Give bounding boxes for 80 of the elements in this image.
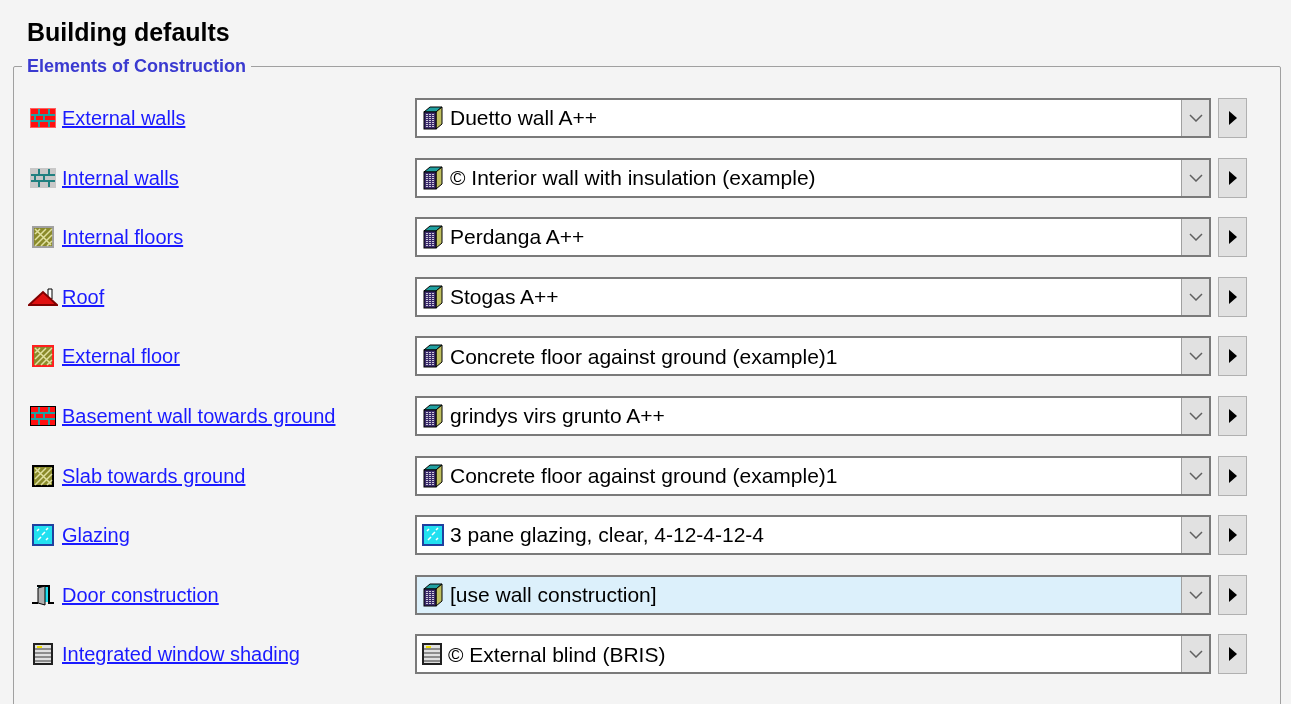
chevron-down-icon[interactable] <box>1181 457 1209 494</box>
element-link[interactable]: Basement wall towards ground <box>62 400 336 431</box>
dropdown-value: © Interior wall with insulation (example) <box>450 164 817 191</box>
play-icon <box>1228 647 1237 662</box>
construction-dropdown[interactable]: Duetto wall A++ <box>415 98 1211 138</box>
dropdown-value: Perdanga A++ <box>450 224 586 251</box>
dropdown-value: grindys virs grunto A++ <box>450 403 666 430</box>
dropdown-value: Concrete floor against ground (example)1 <box>450 343 839 370</box>
brick-wall-icon <box>30 167 56 188</box>
expand-button[interactable] <box>1218 217 1247 258</box>
wall-layers-icon <box>422 344 444 369</box>
floor-tile-icon <box>32 345 54 368</box>
expand-button[interactable] <box>1218 455 1247 496</box>
element-link[interactable]: Internal walls <box>62 162 179 193</box>
construction-dropdown[interactable]: Concrete floor against ground (example)1 <box>415 336 1211 377</box>
play-icon <box>1228 170 1237 185</box>
play-icon <box>1228 587 1237 602</box>
chevron-down-icon[interactable] <box>1181 338 1209 375</box>
play-icon <box>1228 289 1237 304</box>
glass-pane-icon <box>32 524 54 547</box>
play-icon <box>1228 349 1237 364</box>
wall-layers-icon <box>422 463 444 488</box>
dropdown-value: Concrete floor against ground (example)1 <box>450 462 839 489</box>
chevron-down-icon[interactable] <box>1181 219 1209 256</box>
door-icon <box>31 582 55 607</box>
construction-dropdown[interactable]: Concrete floor against ground (example)1 <box>415 455 1211 496</box>
dropdown-value: Duetto wall A++ <box>450 105 599 132</box>
element-link[interactable]: Glazing <box>62 520 130 551</box>
element-link[interactable]: External floor <box>62 341 180 372</box>
dropdown-value: 3 pane glazing, clear, 4-12-4-12-4 <box>450 522 766 549</box>
expand-button[interactable] <box>1218 634 1247 675</box>
page-title: Building defaults <box>27 17 230 48</box>
expand-button[interactable] <box>1218 98 1247 138</box>
expand-button[interactable] <box>1218 336 1247 377</box>
construction-dropdown[interactable]: 3 pane glazing, clear, 4-12-4-12-4 <box>415 515 1211 556</box>
play-icon <box>1228 230 1237 245</box>
construction-dropdown[interactable]: Perdanga A++ <box>415 217 1211 258</box>
expand-button[interactable] <box>1218 515 1247 556</box>
chevron-down-icon[interactable] <box>1181 159 1209 196</box>
wall-layers-icon <box>422 106 444 130</box>
wall-layers-icon <box>422 284 444 309</box>
dropdown-value: [use wall construction] <box>450 582 658 608</box>
play-icon <box>1228 111 1237 125</box>
element-link[interactable]: Internal floors <box>62 222 184 253</box>
construction-dropdown[interactable]: grindys virs grunto A++ <box>415 395 1211 436</box>
wall-layers-icon <box>422 582 444 607</box>
element-link[interactable]: Roof <box>62 281 105 312</box>
expand-button[interactable] <box>1218 395 1247 436</box>
brick-wall-icon <box>30 108 56 128</box>
wall-layers-icon <box>422 225 444 250</box>
chevron-down-icon[interactable] <box>1181 397 1209 434</box>
chevron-down-icon[interactable] <box>1181 636 1209 673</box>
dropdown-value: Stogas A++ <box>450 284 560 311</box>
chevron-down-icon[interactable] <box>1181 278 1209 315</box>
construction-dropdown[interactable]: [use wall construction] <box>415 574 1211 615</box>
construction-dropdown[interactable]: © External blind (BRIS) <box>415 634 1211 675</box>
construction-dropdown[interactable]: Stogas A++ <box>415 276 1211 317</box>
roof-icon <box>28 286 58 307</box>
blind-icon <box>33 643 53 666</box>
element-link[interactable]: Integrated window shading <box>62 639 300 670</box>
expand-button[interactable] <box>1218 574 1247 615</box>
dropdown-value: © External blind (BRIS) <box>448 641 667 668</box>
expand-button[interactable] <box>1218 276 1247 317</box>
floor-tile-icon <box>32 226 54 249</box>
construction-dropdown[interactable]: © Interior wall with insulation (example) <box>415 157 1211 198</box>
element-link[interactable]: External walls <box>62 103 186 133</box>
glass-pane-icon <box>422 524 444 547</box>
chevron-down-icon[interactable] <box>1181 576 1209 613</box>
play-icon <box>1228 408 1237 423</box>
expand-button[interactable] <box>1218 157 1247 198</box>
play-icon <box>1228 528 1237 543</box>
chevron-down-icon[interactable] <box>1181 517 1209 554</box>
wall-layers-icon <box>422 403 444 428</box>
brick-wall-icon <box>30 405 56 426</box>
blind-icon <box>422 643 442 666</box>
play-icon <box>1228 468 1237 483</box>
floor-tile-icon <box>32 464 54 487</box>
element-link[interactable]: Slab towards ground <box>62 460 246 491</box>
wall-layers-icon <box>422 165 444 190</box>
element-link[interactable]: Door construction <box>62 579 219 610</box>
